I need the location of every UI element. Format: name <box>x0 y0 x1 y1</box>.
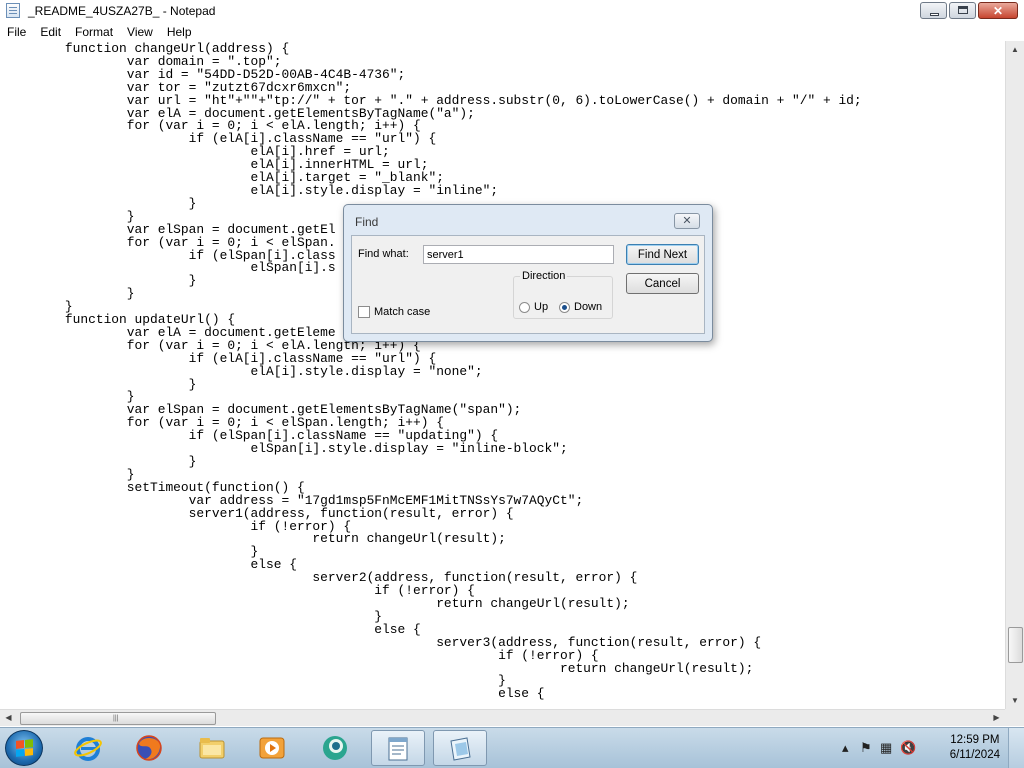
close-button[interactable] <box>978 2 1018 19</box>
taskbar: ▴ ⚑ ▦ 🔇 12:59 PM 6/11/2024 <box>0 727 1024 768</box>
taskbar-notepad[interactable] <box>371 730 425 766</box>
direction-group: Direction Up Down <box>513 270 613 319</box>
scroll-down-arrow-icon[interactable]: ▼ <box>1006 692 1024 709</box>
match-case-box[interactable] <box>358 306 370 318</box>
menu-file[interactable]: File <box>0 22 33 41</box>
find-dialog: Find ✕ Find what: Find Next Cancel Direc… <box>343 204 713 342</box>
scrollbar-corner <box>1005 709 1024 726</box>
start-button[interactable] <box>5 730 43 766</box>
match-case-label: Match case <box>374 306 431 318</box>
taskbar-media-player[interactable] <box>246 730 300 766</box>
taskbar-document[interactable] <box>433 730 487 766</box>
window-controls <box>918 2 1018 19</box>
show-desktop-button[interactable] <box>1008 728 1024 768</box>
scroll-grip-icon: ||| <box>113 715 119 722</box>
scroll-right-arrow-icon[interactable]: ▶ <box>988 710 1005 726</box>
action-center-flag-icon[interactable]: ⚑ <box>860 740 872 756</box>
find-dialog-title: Find <box>355 215 379 229</box>
taskbar-browser-app[interactable] <box>309 730 363 766</box>
editor-content[interactable]: function changeUrl(address) { var domain… <box>0 41 1005 701</box>
radio-down-indicator[interactable] <box>559 301 570 313</box>
direction-down-radio[interactable]: Down <box>559 301 602 313</box>
clock-time: 12:59 PM <box>950 734 1000 746</box>
direction-label: Direction <box>520 270 568 282</box>
up-label: Up <box>534 301 549 313</box>
dialog-close-button[interactable]: ✕ <box>674 213 700 229</box>
firefox-icon <box>136 735 162 761</box>
find-dialog-body: Find what: Find Next Cancel Direction Up… <box>351 235 705 334</box>
direction-up-radio[interactable]: Up <box>519 301 548 313</box>
down-label: Down <box>574 301 603 313</box>
taskbar-internet-explorer[interactable] <box>62 730 116 766</box>
menu-format[interactable]: Format <box>68 22 120 41</box>
window-title: _README_4USZA27B_ - Notepad <box>28 4 216 18</box>
media-player-icon <box>259 737 285 759</box>
find-next-button[interactable]: Find Next <box>626 244 699 265</box>
cancel-button[interactable]: Cancel <box>626 273 699 294</box>
browser-app-icon <box>323 736 347 760</box>
horizontal-scrollbar[interactable]: ◀ ||| ▶ <box>0 709 1005 726</box>
scroll-up-arrow-icon[interactable]: ▲ <box>1006 41 1024 58</box>
notepad-task-icon <box>388 737 408 761</box>
vertical-scroll-thumb[interactable] <box>1008 627 1023 663</box>
document-task-icon <box>450 737 471 761</box>
internet-explorer-icon <box>74 737 102 761</box>
system-tray: ▴ ⚑ ▦ 🔇 12:59 PM 6/11/2024 <box>834 728 1024 768</box>
taskbar-file-explorer[interactable] <box>186 730 240 766</box>
match-case-checkbox[interactable]: Match case <box>358 306 430 318</box>
vertical-scrollbar[interactable]: ▲ ▼ <box>1005 41 1024 709</box>
minimize-button[interactable] <box>920 2 947 19</box>
menu-view[interactable]: View <box>120 22 160 41</box>
find-what-input[interactable] <box>423 245 614 264</box>
notepad-icon <box>6 3 20 18</box>
find-what-label: Find what: <box>358 248 409 260</box>
show-hidden-icons-icon[interactable]: ▴ <box>842 740 849 756</box>
clock-date: 6/11/2024 <box>949 749 1000 761</box>
radio-up-indicator[interactable] <box>519 301 530 313</box>
volume-muted-icon[interactable]: 🔇 <box>900 740 916 756</box>
menu-edit[interactable]: Edit <box>33 22 68 41</box>
taskbar-firefox[interactable] <box>123 730 177 766</box>
maximize-button[interactable] <box>949 2 976 19</box>
network-icon[interactable]: ▦ <box>880 740 892 756</box>
scroll-left-arrow-icon[interactable]: ◀ <box>0 710 17 726</box>
horizontal-scroll-thumb[interactable]: ||| <box>20 712 216 725</box>
title-bar: _README_4USZA27B_ - Notepad <box>0 0 1024 22</box>
windows-logo-icon <box>16 739 33 757</box>
text-editor[interactable]: function changeUrl(address) { var domain… <box>0 41 1005 709</box>
file-explorer-icon <box>199 738 225 759</box>
system-clock[interactable]: 12:59 PM 6/11/2024 <box>950 733 1000 763</box>
menu-help[interactable]: Help <box>160 22 199 41</box>
menu-bar: File Edit Format View Help <box>0 22 1024 41</box>
